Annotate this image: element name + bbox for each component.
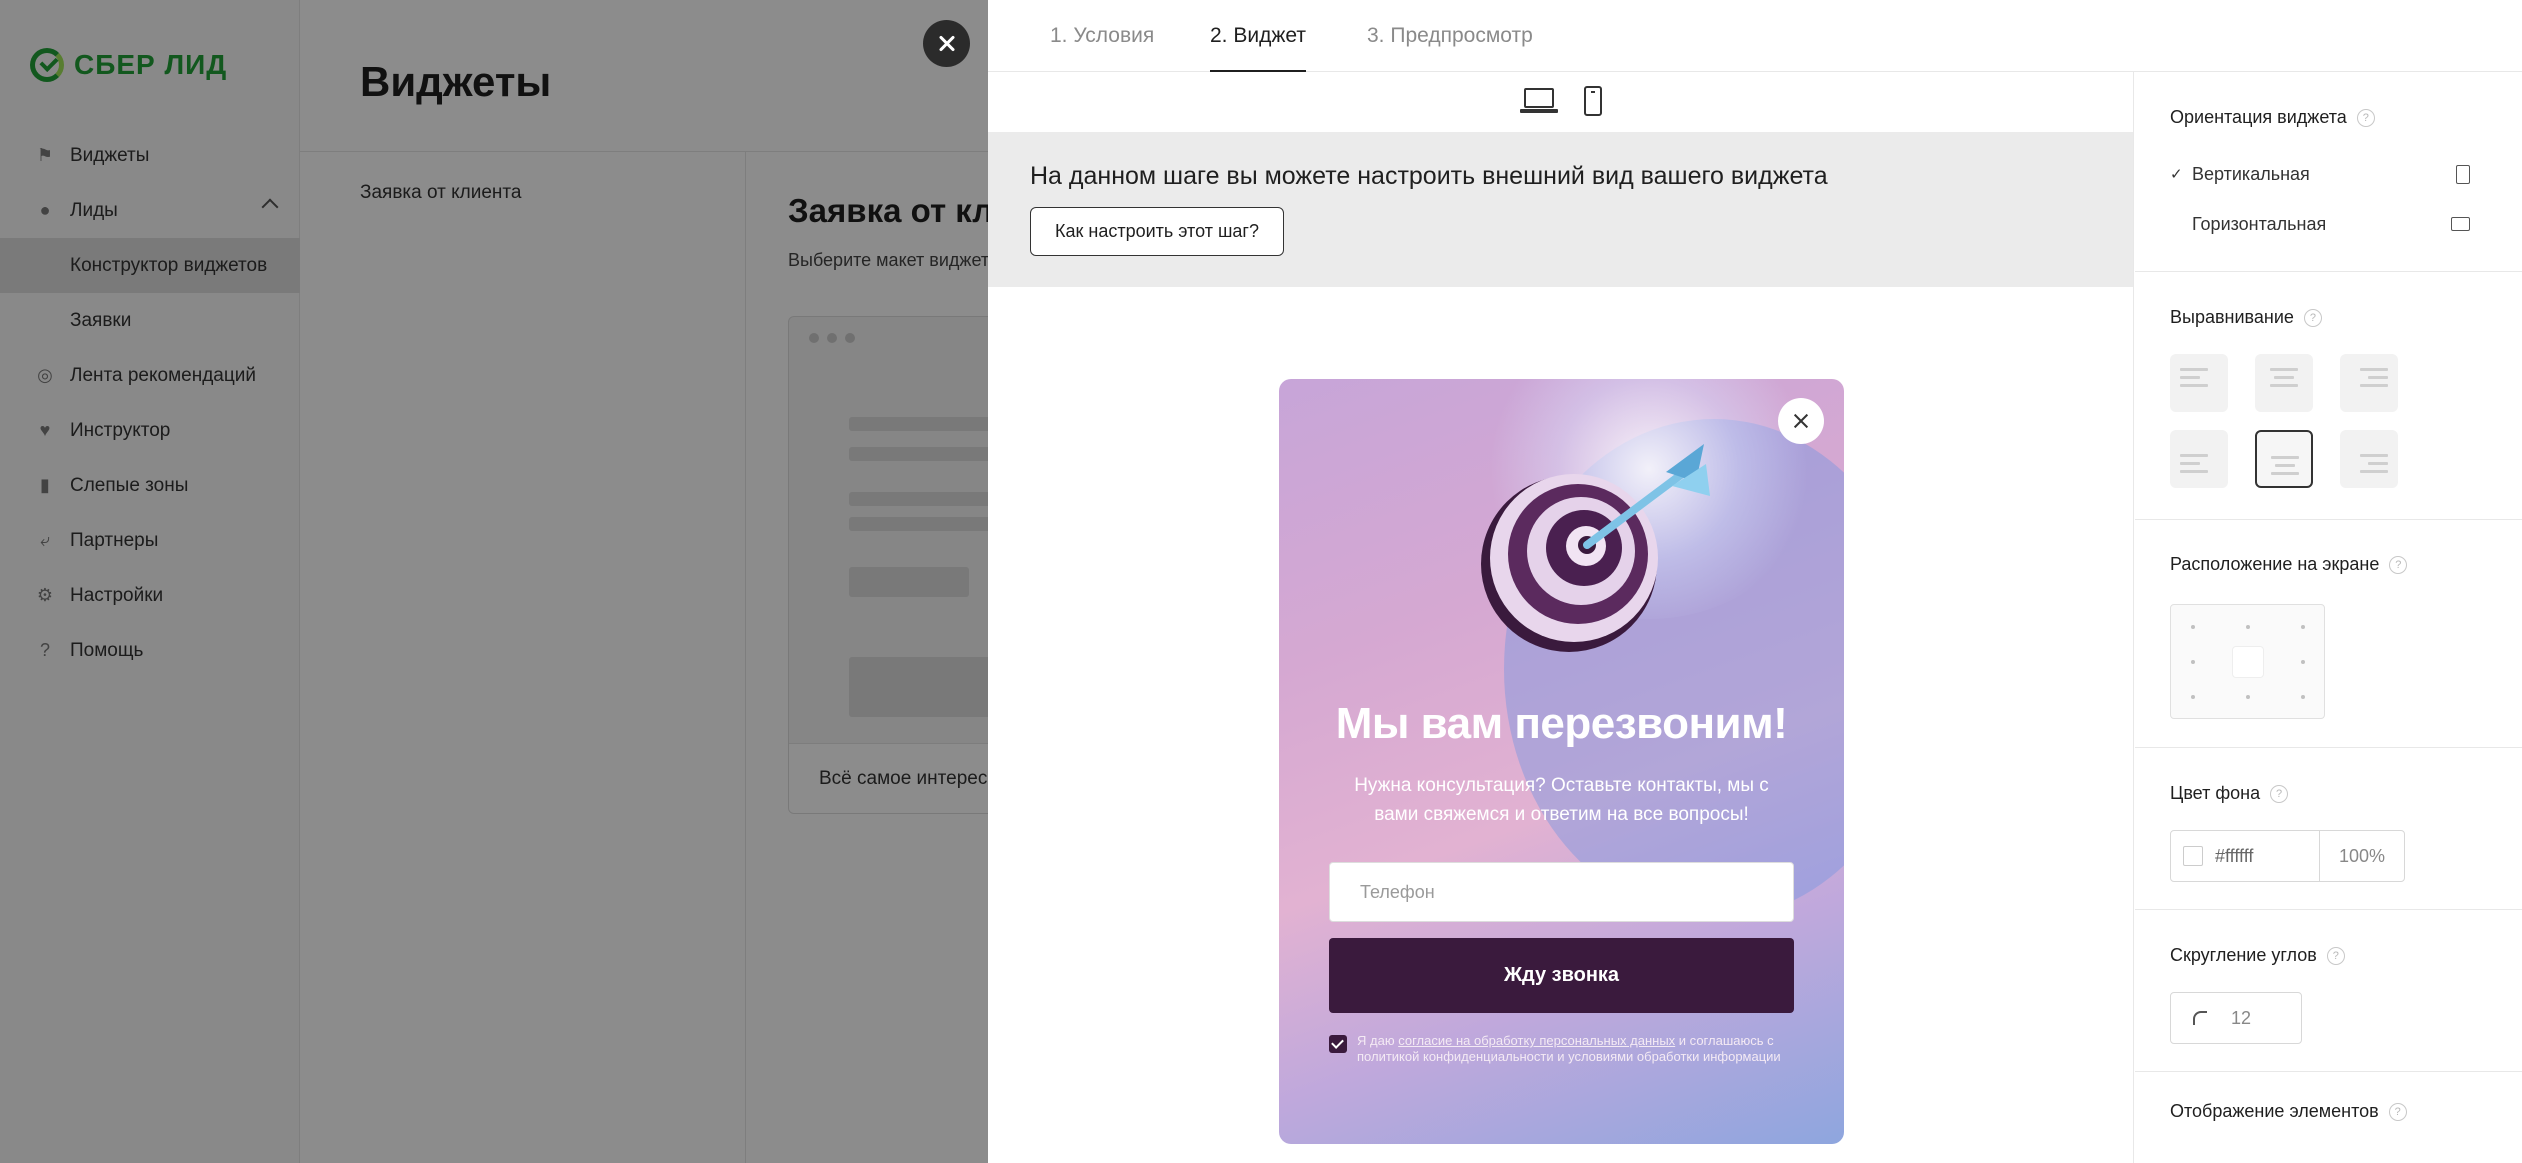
option-label: Вертикальная: [2192, 163, 2310, 184]
tab-preview[interactable]: 3. Предпросмотр: [1367, 24, 1533, 72]
align-bottom-center[interactable]: [2255, 430, 2313, 488]
help-icon[interactable]: ?: [2388, 1102, 2407, 1121]
radius-section: Скругление углов ? 12: [2135, 910, 2522, 1072]
consent-row: Я даю согласие на обработку персональных…: [1329, 1033, 1799, 1065]
orientation-horizontal[interactable]: Горизонтальная: [2170, 204, 2470, 244]
orientation-vertical[interactable]: ✓ Вертикальная: [2170, 154, 2470, 194]
section-title: Выравнивание: [2170, 307, 2294, 327]
tab-widget[interactable]: 2. Виджет: [1210, 24, 1306, 72]
consent-link[interactable]: согласие на обработку персональных данны…: [1398, 1033, 1675, 1048]
section-title: Расположение на экране: [2170, 554, 2380, 574]
help-icon[interactable]: ?: [2326, 946, 2345, 965]
close-modal-button[interactable]: [923, 20, 970, 67]
opacity-input[interactable]: 100%: [2320, 846, 2404, 867]
alignment-section: Выравнивание ?: [2135, 272, 2522, 520]
elements-title: Отображение элементов ?: [2170, 1101, 2407, 1122]
help-icon[interactable]: ?: [2303, 308, 2322, 327]
orientation-section: Ориентация виджета ? ✓ Вертикальная Гори…: [2135, 72, 2522, 272]
dartboard-icon: [1481, 444, 1710, 652]
align-bottom-left[interactable]: [2170, 430, 2228, 488]
info-banner: На данном шаге вы можете настроить внешн…: [988, 132, 2133, 287]
phone-input[interactable]: [1329, 862, 1794, 922]
phone-icon[interactable]: [1583, 86, 1602, 116]
widget-title: Мы вам перезвоним!: [1335, 699, 1788, 748]
help-icon[interactable]: ?: [2389, 555, 2408, 574]
section-title: Ориентация виджета: [2170, 107, 2347, 127]
laptop-icon[interactable]: [1519, 86, 1558, 116]
alignment-grid: [2170, 354, 2398, 488]
consent-text: Я даю согласие на обработку персональных…: [1357, 1033, 1799, 1065]
color-swatch[interactable]: [2183, 846, 2203, 866]
step-tabs: 1. Условия 2. Виджет 3. Предпросмотр: [988, 0, 2522, 72]
how-to-configure-button[interactable]: Как настроить этот шаг?: [1030, 207, 1284, 256]
section-title: Скругление углов: [2170, 945, 2317, 965]
widget-editor-panel: 1. Условия 2. Виджет 3. Предпросмотр На …: [988, 0, 2522, 1163]
bg-color-title: Цвет фона ?: [2170, 783, 2289, 804]
align-bottom-right[interactable]: [2340, 430, 2398, 488]
callback-submit-button[interactable]: Жду звонка: [1329, 938, 1794, 1013]
align-top-center[interactable]: [2255, 354, 2313, 412]
orientation-title: Ориентация виджета ?: [2170, 107, 2375, 128]
help-icon[interactable]: ?: [2356, 108, 2375, 127]
align-top-right[interactable]: [2340, 354, 2398, 412]
vertical-rect-icon: [2456, 164, 2470, 184]
info-text: На данном шаге вы можете настроить внешн…: [1030, 162, 1828, 190]
bg-color-field[interactable]: #ffffff 100%: [2170, 830, 2405, 882]
widget-preview: Мы вам перезвоним! Нужна консультация? О…: [1279, 379, 1844, 1144]
color-hex-input[interactable]: #ffffff: [2215, 846, 2315, 867]
checkmark-icon: ✓: [2170, 166, 2183, 183]
corner-radius-icon: [2193, 1011, 2207, 1025]
help-icon[interactable]: ?: [2270, 784, 2289, 803]
horizontal-rect-icon: [2451, 217, 2470, 231]
alignment-title: Выравнивание ?: [2170, 307, 2322, 328]
align-top-left[interactable]: [2170, 354, 2228, 412]
position-section: Расположение на экране ?: [2135, 520, 2522, 748]
tab-conditions[interactable]: 1. Условия: [1050, 24, 1154, 72]
widget-close-button[interactable]: [1778, 398, 1824, 444]
settings-sidebar: Ориентация виджета ? ✓ Вертикальная Гори…: [2135, 72, 2522, 1163]
corner-radius-input[interactable]: 12: [2170, 992, 2302, 1044]
option-label: Горизонтальная: [2192, 213, 2327, 234]
position-title: Расположение на экране ?: [2170, 554, 2408, 575]
radius-value: 12: [2231, 1007, 2252, 1028]
position-center-marker[interactable]: [2233, 647, 2263, 677]
consent-prefix: Я даю: [1357, 1033, 1399, 1048]
radius-title: Скругление углов ?: [2170, 945, 2345, 966]
preview-area: На данном шаге вы можете настроить внешн…: [988, 72, 2134, 1163]
position-picker[interactable]: [2170, 604, 2325, 719]
widget-description: Нужна консультация? Оставьте контакты, м…: [1354, 775, 1769, 825]
section-title: Цвет фона: [2170, 783, 2261, 803]
consent-checkbox[interactable]: [1329, 1035, 1347, 1053]
bg-color-section: Цвет фона ? #ffffff 100%: [2135, 748, 2522, 910]
device-switcher: [988, 86, 2133, 122]
section-title: Отображение элементов: [2170, 1101, 2379, 1121]
